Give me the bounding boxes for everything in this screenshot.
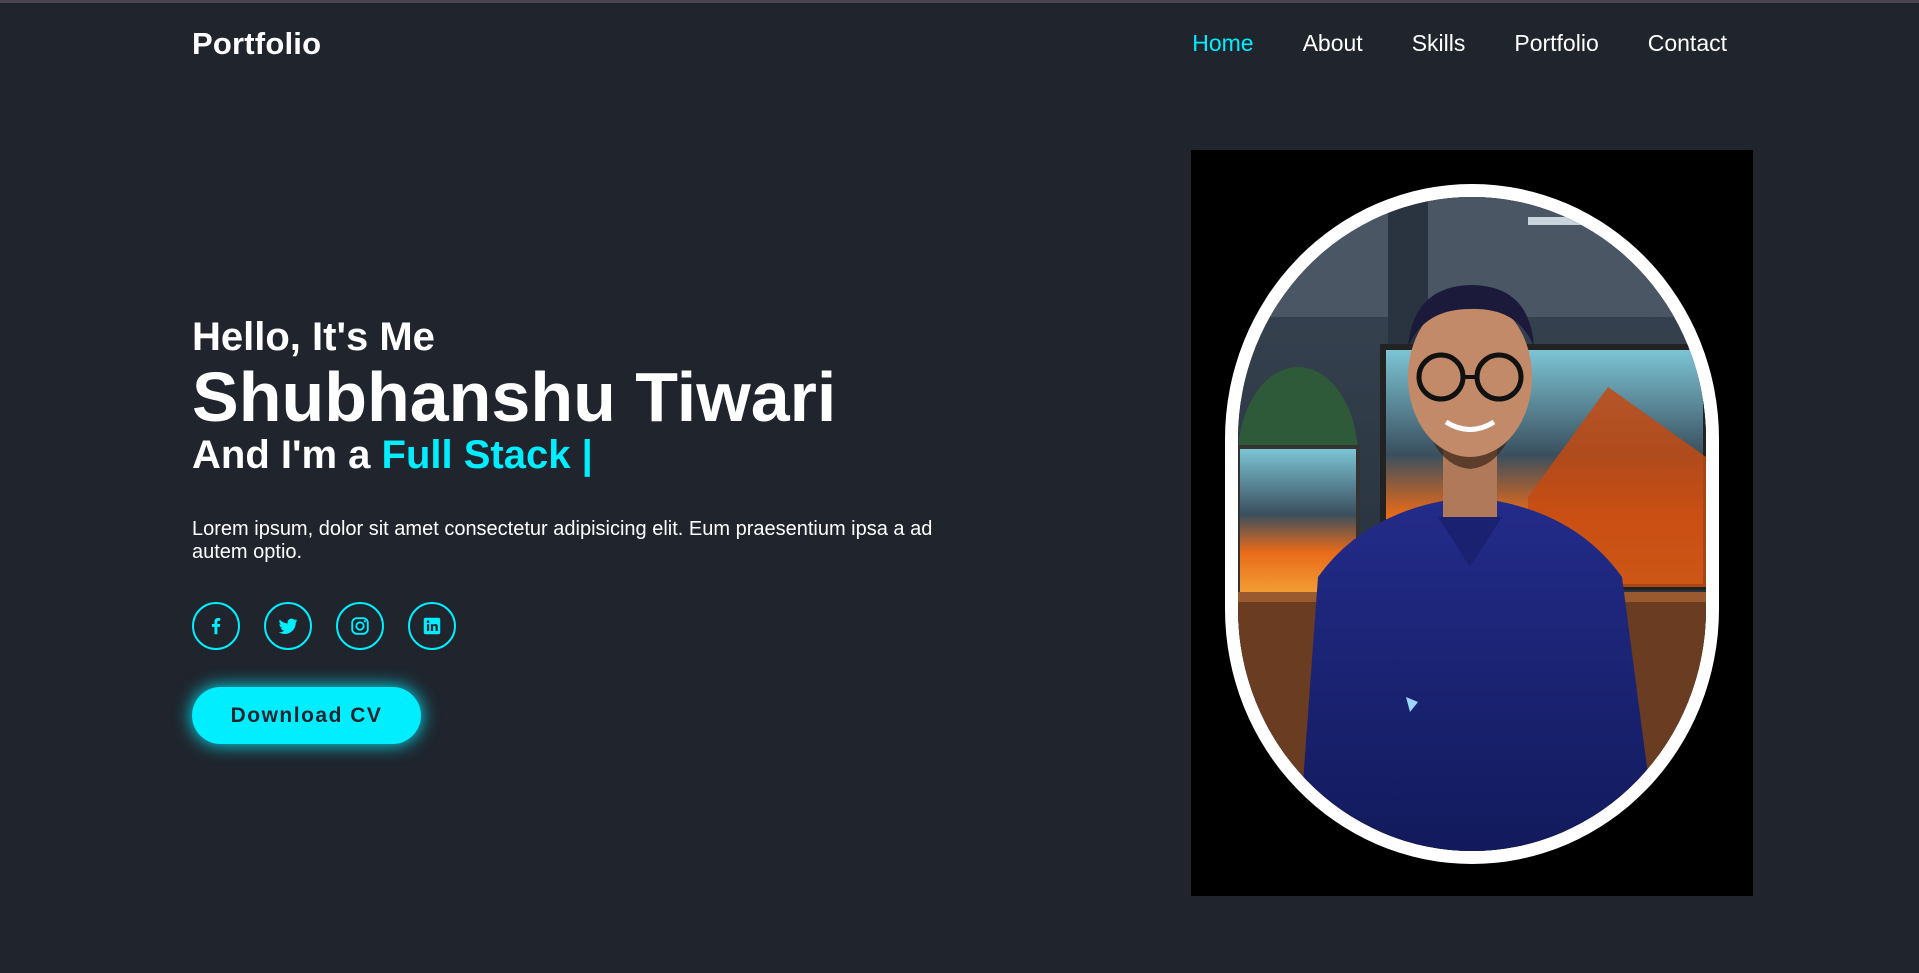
linkedin-icon xyxy=(423,617,441,635)
main-nav: Home About Skills Portfolio Contact xyxy=(1192,30,1727,57)
twitter-link[interactable] xyxy=(264,602,312,650)
nav-contact[interactable]: Contact xyxy=(1648,30,1727,57)
linkedin-link[interactable] xyxy=(408,602,456,650)
facebook-link[interactable] xyxy=(192,602,240,650)
instagram-icon xyxy=(351,617,369,635)
twitter-icon xyxy=(278,618,298,634)
hero-greeting: Hello, It's Me xyxy=(192,315,435,359)
download-cv-button[interactable]: Download CV xyxy=(192,687,421,744)
hero-section: Hello, It's Me Shubhanshu Tiwari And I'm… xyxy=(192,314,972,744)
role-typed-text: Full Stack | xyxy=(381,433,593,477)
nav-about[interactable]: About xyxy=(1303,30,1363,57)
social-links xyxy=(192,602,972,650)
hero-name: Shubhanshu Tiwari xyxy=(192,358,837,436)
hero-description: Lorem ipsum, dolor sit amet consectetur … xyxy=(192,518,933,563)
facebook-icon xyxy=(211,618,221,635)
logo[interactable]: Portfolio xyxy=(192,26,321,62)
profile-photo-container xyxy=(1191,150,1753,896)
nav-skills[interactable]: Skills xyxy=(1412,30,1466,57)
role-prefix: And I'm a xyxy=(192,433,371,477)
hero-role: And I'm a Full Stack | xyxy=(192,432,972,478)
instagram-link[interactable] xyxy=(336,602,384,650)
profile-photo-frame xyxy=(1225,184,1719,864)
profile-photo xyxy=(1238,197,1706,851)
nav-home[interactable]: Home xyxy=(1192,30,1253,57)
nav-portfolio[interactable]: Portfolio xyxy=(1514,30,1598,57)
window-top-border xyxy=(0,0,1919,3)
